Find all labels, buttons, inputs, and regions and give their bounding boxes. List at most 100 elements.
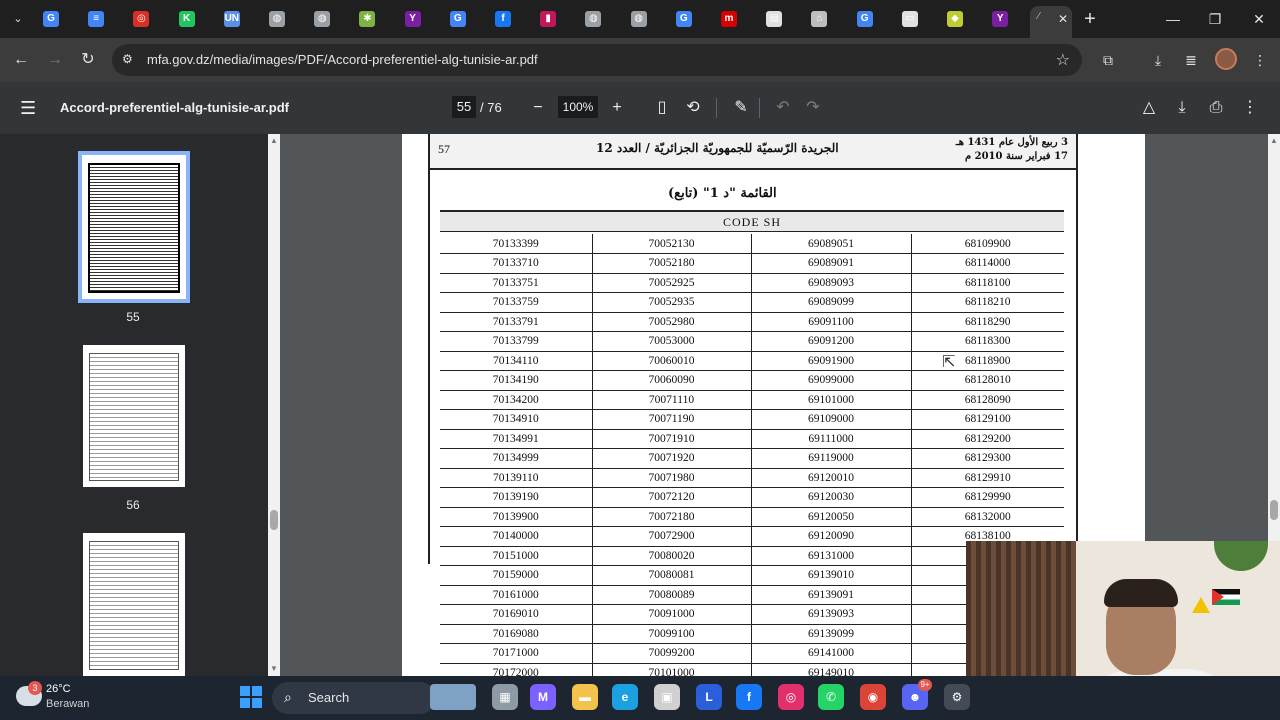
edge-icon[interactable]: e (612, 684, 638, 710)
table-row: 70134991 70071910 69111000 68129200 (440, 429, 1064, 449)
print-icon[interactable]: ⎙ (1204, 96, 1228, 120)
windows-start-icon[interactable] (240, 686, 262, 708)
new-tab-button[interactable]: + (1080, 8, 1100, 30)
l-icon[interactable]: L (696, 684, 722, 710)
thumbnail-page-56[interactable] (83, 345, 185, 487)
fit-page-icon[interactable]: ▯ (650, 96, 674, 120)
redo-icon[interactable]: ↷ (801, 96, 825, 120)
annotate-icon[interactable]: ✎ (729, 96, 753, 120)
drive-save-icon[interactable]: △ (1137, 96, 1161, 120)
sidebar-scrollbar[interactable]: ▲ ▼ (268, 134, 280, 676)
taskbar-search-box[interactable]: ⌕ Search (272, 682, 436, 714)
reload-button[interactable]: ↻ (77, 49, 99, 71)
table-cell: 70080081 (591, 565, 751, 586)
table-cell: 70134910 (440, 409, 592, 430)
chrome-icon[interactable]: ◉ (860, 684, 886, 710)
browser-tab[interactable]: UN (217, 6, 261, 32)
m365-icon[interactable]: M (530, 684, 556, 710)
table-cell: 68128010 (910, 370, 1064, 391)
tab-search-button[interactable]: ⌄ (6, 8, 30, 30)
browser-tab[interactable]: ◍ (624, 6, 668, 32)
table-cell: 69120050 (750, 507, 911, 527)
download-icon[interactable]: ⤓ (1170, 96, 1194, 120)
browser-tab[interactable]: f (488, 6, 532, 32)
site-info-icon[interactable]: ⚙ (122, 52, 133, 66)
store-icon[interactable]: ▣ (654, 684, 680, 710)
browser-tab[interactable]: ≡ (81, 6, 125, 32)
search-highlight-image[interactable] (430, 684, 476, 710)
extensions-icon[interactable]: ⧉ (1097, 49, 1119, 71)
browser-tab[interactable]: ▭ (895, 6, 939, 32)
active-tab-icon: ⁄ (1038, 11, 1040, 22)
address-bar[interactable]: ⚙ mfa.gov.dz/media/images/PDF/Accord-pre… (112, 44, 1082, 76)
back-button[interactable]: ← (10, 49, 32, 71)
table-cell: 70072120 (591, 487, 751, 508)
scroll-down-arrow-icon[interactable]: ▼ (268, 664, 280, 673)
scroll-up-arrow-icon[interactable]: ▲ (1268, 136, 1280, 145)
table-cell: 69091200 (750, 331, 911, 352)
rotate-icon[interactable]: ⟲ (681, 96, 705, 120)
page-number-input[interactable]: 55 (452, 96, 476, 118)
minimize-button[interactable]: — (1158, 8, 1188, 30)
table-cell: 69089091 (750, 253, 911, 274)
browser-tab[interactable]: ◆ (940, 6, 984, 32)
facebook-icon[interactable]: f (736, 684, 762, 710)
thumbnail-sidebar: 55 56 ▲ ▼ (0, 134, 280, 676)
yahoo-icon: Y (404, 11, 421, 27)
table-cell: 70134190 (440, 370, 592, 391)
forward-button[interactable]: → (44, 49, 66, 71)
sidebar-toggle-icon[interactable]: ☰ (20, 98, 36, 119)
table-cell: 70071910 (591, 429, 751, 449)
browser-tab[interactable]: Y (985, 6, 1029, 32)
weather-temperature[interactable]: 26°C (46, 683, 71, 695)
browser-tab[interactable]: ⌂ (804, 6, 848, 32)
scroll-up-arrow-icon[interactable]: ▲ (268, 136, 280, 145)
browser-tab[interactable]: G (850, 6, 894, 32)
browser-tab[interactable]: G (36, 6, 80, 32)
browser-tab[interactable]: ◎ (126, 6, 170, 32)
url-text[interactable]: mfa.gov.dz/media/images/PDF/Accord-prefe… (147, 52, 538, 67)
restore-button[interactable]: ❐ (1200, 8, 1230, 30)
browser-tab[interactable]: ◍ (578, 6, 622, 32)
zoom-in-button[interactable]: + (605, 96, 629, 120)
sidebar-scroll-thumb[interactable] (270, 510, 278, 530)
folder-icon[interactable]: ▬ (572, 684, 598, 710)
table-cell: 69120030 (750, 487, 911, 508)
table-cell: 69089051 (750, 234, 911, 254)
browser-tab[interactable]: m (714, 6, 758, 32)
more-options-icon[interactable]: ⋮ (1238, 96, 1262, 120)
undo-icon[interactable]: ↶ (771, 96, 795, 120)
files-icon[interactable]: ▦ (492, 684, 518, 710)
weather-condition[interactable]: Berawan (46, 698, 89, 710)
mouse-cursor-icon: ⇱ (942, 354, 956, 371)
viewer-scroll-thumb[interactable] (1270, 500, 1278, 520)
table-cell: 70169010 (440, 604, 592, 625)
whatsapp-icon[interactable]: ✆ (818, 684, 844, 710)
active-browser-tab[interactable]: ⁄ ✕ (1030, 6, 1072, 38)
instagram-icon[interactable]: ◎ (778, 684, 804, 710)
downloads-icon[interactable]: ⤓ (1147, 49, 1169, 71)
browser-tab[interactable]: ◍ (262, 6, 306, 32)
bookmark-star-icon[interactable]: ☆ (1056, 50, 1070, 70)
zoom-out-button[interactable]: − (526, 96, 550, 120)
thumbnail-page-55[interactable] (78, 151, 190, 303)
browser-tab[interactable]: ✱ (352, 6, 396, 32)
browser-tab[interactable]: K (172, 6, 216, 32)
browser-tab[interactable]: G (669, 6, 713, 32)
media-control-icon[interactable]: ≣ (1180, 49, 1202, 71)
thumbnail-page-57[interactable] (83, 533, 185, 676)
app-icon[interactable]: ⚙ (944, 684, 970, 710)
browser-tab[interactable]: Y (398, 6, 442, 32)
profile-avatar[interactable] (1215, 48, 1237, 70)
browser-tab[interactable]: ▤ (759, 6, 803, 32)
zoom-input[interactable]: 100% (558, 96, 598, 118)
browser-tab[interactable]: ◍ (307, 6, 351, 32)
close-tab-icon[interactable]: ✕ (1058, 12, 1068, 26)
table-row: 70139900 70072180 69120050 68132000 (440, 507, 1064, 527)
chrome-menu-icon[interactable]: ⋮ (1249, 49, 1271, 71)
header-journal-title: الجريدة الرّسميّة للجمهوريّة الجزائريّة … (596, 141, 839, 155)
close-window-button[interactable]: ✕ (1244, 8, 1274, 30)
table-cell: 69101000 (750, 390, 911, 410)
browser-tab[interactable]: ▮ (533, 6, 577, 32)
browser-tab[interactable]: G (443, 6, 487, 32)
